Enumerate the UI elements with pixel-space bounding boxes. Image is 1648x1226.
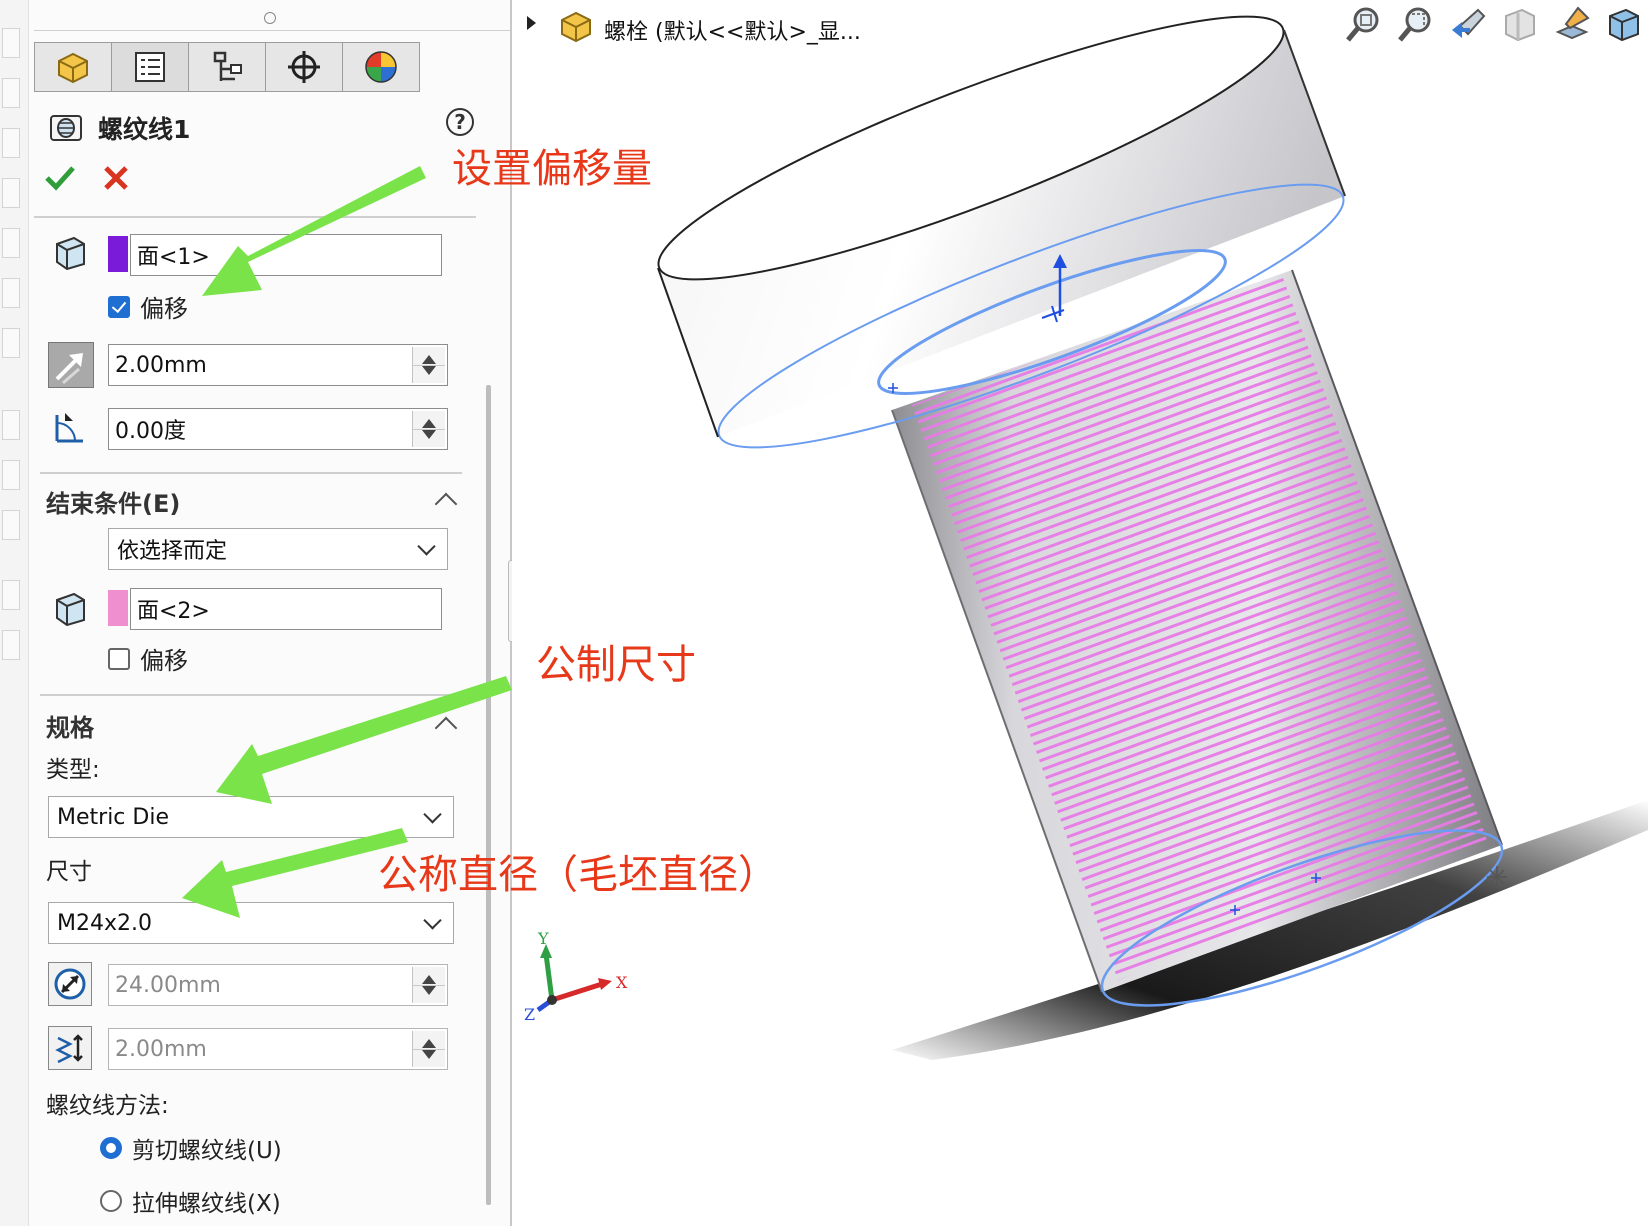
- edge-tool-icon[interactable]: [2, 630, 20, 660]
- triad-x-label: X: [616, 973, 628, 992]
- question-icon: ?: [454, 110, 466, 134]
- start-face-selection[interactable]: 面<1>: [130, 234, 442, 276]
- end-face-selection[interactable]: 面<2>: [130, 588, 442, 630]
- tab-display-manager[interactable]: [342, 42, 420, 92]
- edge-face-icon: [50, 588, 90, 628]
- offset-distance-value: 2.00mm: [115, 352, 207, 378]
- tab-dimxpert[interactable]: [265, 42, 343, 92]
- appearance-icon: [365, 51, 397, 83]
- diameter-icon: [54, 968, 86, 1000]
- feature-title-row: 螺纹线1: [48, 108, 190, 148]
- view-triad: [536, 944, 612, 1013]
- diameter-spinner[interactable]: [412, 967, 445, 1003]
- property-manager-panel: 螺纹线1 ? 面<1> 偏移 2.00mm 0.00度 结束条件(E) 依选择而…: [0, 0, 512, 1226]
- chevron-down-icon: [417, 537, 436, 556]
- annotation-offset: 设置偏移量: [452, 146, 652, 192]
- override-pitch-button[interactable]: [48, 1026, 92, 1070]
- part-icon: [58, 52, 88, 84]
- thread-feature-icon: [50, 115, 82, 141]
- diameter-value: 24.00mm: [115, 972, 221, 998]
- spec-collapse-icon[interactable]: [434, 716, 458, 740]
- reverse-direction-button[interactable]: [48, 342, 94, 388]
- cut-thread-label: 剪切螺纹线(U): [132, 1138, 282, 1164]
- size-value: M24x2.0: [57, 910, 152, 936]
- edge-face-icon: [50, 232, 90, 272]
- start-offset-label: 偏移: [140, 295, 188, 323]
- annotation-diameter: 公称直径（毛坯直径）: [378, 852, 778, 898]
- crosshair-icon: [288, 51, 320, 83]
- angle-spinner[interactable]: [412, 411, 445, 447]
- chevron-down-icon: [423, 805, 442, 824]
- reverse-direction-icon: [55, 353, 83, 385]
- type-value: Metric Die: [57, 804, 169, 830]
- edge-tool-icon[interactable]: [2, 128, 20, 158]
- type-dropdown[interactable]: Metric Die: [48, 796, 454, 838]
- end-condition-value: 依选择而定: [117, 539, 228, 564]
- start-offset-checkbox[interactable]: [108, 296, 130, 318]
- tab-feature-manager[interactable]: [34, 42, 112, 92]
- end-offset-label: 偏移: [140, 647, 188, 675]
- property-manager-icon: [135, 52, 165, 82]
- end-condition-collapse-icon[interactable]: [434, 492, 458, 516]
- edge-tool-icon[interactable]: [2, 580, 20, 610]
- extrude-thread-label: 拉伸螺纹线(X): [132, 1191, 281, 1217]
- end-offset-checkbox[interactable]: [108, 648, 130, 670]
- help-button[interactable]: ?: [446, 108, 474, 136]
- edge-tool-icon[interactable]: [2, 328, 20, 358]
- type-label: 类型:: [46, 757, 100, 783]
- left-edge-strip: [0, 0, 29, 1226]
- annotation-metric: 公制尺寸: [536, 642, 696, 688]
- section-separator: [40, 472, 462, 474]
- bolt-model[interactable]: Y X Z: [512, 0, 1648, 1226]
- start-face-value: 面<1>: [137, 245, 210, 270]
- diameter-input[interactable]: 24.00mm: [108, 964, 448, 1006]
- spec-title: 规格: [46, 714, 94, 742]
- cancel-button[interactable]: [100, 162, 132, 194]
- end-condition-dropdown[interactable]: 依选择而定: [108, 528, 448, 570]
- edge-tool-icon[interactable]: [2, 510, 20, 540]
- angle-icon: [50, 408, 90, 448]
- offset-distance-input[interactable]: 2.00mm: [108, 344, 448, 386]
- feature-title: 螺纹线1: [98, 115, 191, 144]
- graphics-viewport[interactable]: 螺栓 (默认<<默认>_显... Y X Z: [512, 0, 1648, 1226]
- triad-y-label: Y: [537, 929, 549, 948]
- top-separator: [34, 30, 510, 31]
- pitch-icon: [55, 1034, 83, 1064]
- offset-distance-spinner[interactable]: [412, 347, 445, 383]
- end-condition-title: 结束条件(E): [46, 490, 181, 518]
- angle-value: 0.00度: [115, 419, 186, 444]
- edge-tool-icon[interactable]: [2, 28, 20, 58]
- edge-tool-icon[interactable]: [2, 178, 20, 208]
- extrude-thread-radio[interactable]: [100, 1190, 122, 1212]
- configuration-icon: [213, 51, 242, 81]
- edge-tool-icon[interactable]: [2, 78, 20, 108]
- section-separator: [34, 216, 476, 218]
- face-color-swatch: [108, 236, 128, 272]
- pitch-input[interactable]: 2.00mm: [108, 1028, 448, 1070]
- cut-thread-radio[interactable]: [100, 1137, 122, 1159]
- close-icon: [104, 166, 128, 190]
- override-diameter-button[interactable]: [48, 962, 92, 1006]
- section-separator: [40, 694, 462, 696]
- panel-grip-icon[interactable]: [264, 12, 276, 24]
- panel-scrollbar[interactable]: [486, 385, 491, 1205]
- pitch-value: 2.00mm: [115, 1036, 207, 1062]
- thread-method-label: 螺纹线方法:: [46, 1093, 169, 1119]
- triad-z-label: Z: [524, 1005, 535, 1024]
- angle-input[interactable]: 0.00度: [108, 408, 448, 450]
- edge-tool-icon[interactable]: [2, 278, 20, 308]
- tab-configuration-manager[interactable]: [188, 42, 266, 92]
- size-label: 尺寸: [46, 859, 92, 885]
- face-color-swatch: [108, 590, 128, 626]
- end-face-value: 面<2>: [137, 599, 210, 624]
- edge-tool-icon[interactable]: [2, 460, 20, 490]
- pitch-spinner[interactable]: [412, 1031, 445, 1067]
- tab-property-manager[interactable]: [111, 42, 189, 92]
- ok-button[interactable]: [42, 160, 78, 196]
- check-icon: [45, 166, 75, 191]
- chevron-down-icon: [423, 911, 442, 930]
- edge-tool-icon[interactable]: [2, 410, 20, 440]
- edge-tool-icon[interactable]: [2, 228, 20, 258]
- size-dropdown[interactable]: M24x2.0: [48, 902, 454, 944]
